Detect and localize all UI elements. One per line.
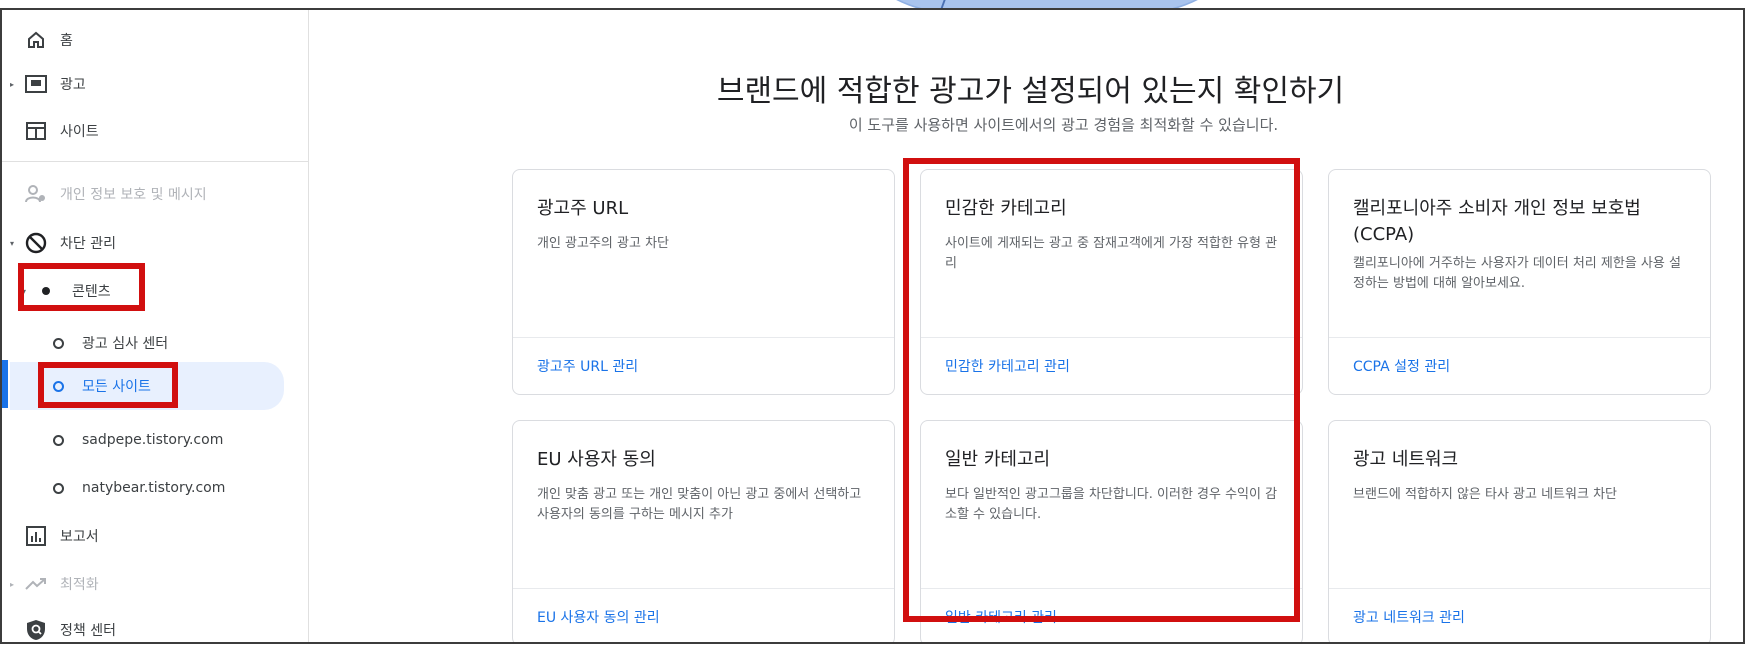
card-divider (1329, 337, 1710, 338)
bullet-icon (53, 337, 64, 349)
bullet-icon (53, 380, 64, 392)
advertiser-url-manage-link[interactable]: 광고주 URL 관리 (537, 356, 638, 376)
card-eu-consent: EU 사용자 동의 개인 맞춤 광고 또는 개인 맞춤이 아닌 광고 중에서 선… (512, 420, 895, 642)
sidebar-item-label: 사이트 (60, 124, 99, 140)
card-divider (513, 337, 894, 338)
chevron-down-icon[interactable]: ▾ (22, 287, 26, 296)
block-icon (24, 231, 48, 255)
card-title: 민감한 카테고리 (945, 198, 1067, 219)
optimization-icon (24, 572, 48, 596)
sidebar-item-label: 광고 (60, 77, 86, 93)
bullet-icon (34, 279, 58, 303)
reports-icon (24, 524, 48, 548)
sidebar-subitem-all-sites[interactable]: 모든 사이트 (10, 362, 284, 410)
sidebar-item-ads[interactable]: ▸ 광고 (2, 64, 302, 104)
sidebar-divider (2, 161, 308, 162)
card-advertiser-url: 광고주 URL 개인 광고주의 광고 차단 광고주 URL 관리 (512, 169, 895, 395)
sidebar-item-sites[interactable]: 사이트 (2, 111, 302, 151)
page-subtitle: 이 도구를 사용하면 사이트에서의 광고 경험을 최적화할 수 있습니다. (848, 116, 1279, 134)
sidebar-item-privacy[interactable]: 개인 정보 보호 및 메시지 (2, 174, 302, 214)
sidebar-item-home[interactable]: 홈 (2, 20, 302, 60)
sidebar-item-label: sadpepe.tistory.com (82, 432, 224, 448)
active-indicator (2, 360, 8, 408)
card-general-categories: 일반 카테고리 보다 일반적인 광고그룹을 차단합니다. 이러한 경우 수익이 … (920, 420, 1303, 642)
sidebar-subitem-site[interactable]: sadpepe.tistory.com (2, 420, 302, 460)
ads-icon (24, 72, 48, 96)
card-title: 캘리포니아주 소비자 개인 정보 보호법 (CCPA) (1353, 198, 1641, 245)
sidebar-item-label: 모든 사이트 (82, 379, 151, 395)
card-description: 보다 일반적인 광고그룹을 차단합니다. 이러한 경우 수익이 감소할 수 있습… (945, 487, 1278, 522)
card-ad-networks: 광고 네트워크 브랜드에 적합하지 않은 타사 광고 네트워크 차단 광고 네트… (1328, 420, 1711, 642)
sidebar-item-label: natybear.tistory.com (82, 480, 226, 496)
sidebar-item-label: 보고서 (60, 529, 99, 545)
card-description: 개인 광고주의 광고 차단 (537, 236, 669, 251)
card-divider (513, 588, 894, 589)
sidebar-item-optimization[interactable]: ▸ 최적화 (2, 564, 302, 604)
sidebar-item-label: 콘텐츠 (72, 284, 111, 300)
card-divider (1329, 588, 1710, 589)
card-description: 캘리포니아에 거주하는 사용자가 데이터 처리 제한을 사용 설정하는 방법에 … (1353, 256, 1681, 291)
sidebar-item-reports[interactable]: 보고서 (2, 516, 302, 556)
bullet-icon (53, 434, 64, 446)
card-ccpa: 캘리포니아주 소비자 개인 정보 보호법 (CCPA) 캘리포니아에 거주하는 … (1328, 169, 1711, 395)
chevron-right-icon[interactable]: ▸ (10, 80, 14, 89)
sidebar-item-policy-center[interactable]: 정책 센터 (2, 610, 302, 642)
card-title: EU 사용자 동의 (537, 449, 656, 470)
app-window: 홈 ▸ 광고 사이트 개인 정보 보호 및 메시지 ▾ 차단 관리 ▾ 콘텐츠 … (0, 8, 1745, 644)
sidebar-subitem-site[interactable]: natybear.tistory.com (2, 468, 302, 508)
ad-networks-manage-link[interactable]: 광고 네트워크 관리 (1353, 607, 1465, 627)
card-divider (921, 337, 1302, 338)
ccpa-manage-link[interactable]: CCPA 설정 관리 (1353, 356, 1450, 376)
sidebar-item-content[interactable]: ▾ 콘텐츠 (2, 271, 302, 311)
sidebar-item-label: 광고 심사 센터 (82, 336, 169, 352)
card-description: 사이트에 게재되는 광고 중 잠재고객에게 가장 적합한 유형 관리 (945, 236, 1278, 271)
sidebar-item-label: 개인 정보 보호 및 메시지 (60, 187, 207, 203)
sidebar-item-label: 차단 관리 (60, 236, 116, 252)
sidebar-item-label: 최적화 (60, 577, 99, 593)
card-divider (921, 588, 1302, 589)
bullet-icon (53, 482, 64, 494)
card-title: 광고 네트워크 (1353, 449, 1459, 470)
sidebar-item-blocking[interactable]: ▾ 차단 관리 (2, 223, 302, 263)
policy-icon (24, 618, 48, 642)
general-categories-manage-link[interactable]: 일반 카테고리 관리 (945, 607, 1057, 627)
sites-icon (24, 119, 48, 143)
sidebar-item-label: 홈 (60, 33, 73, 49)
sensitive-categories-manage-link[interactable]: 민감한 카테고리 관리 (945, 356, 1070, 376)
page-title: 브랜드에 적합한 광고가 설정되어 있는지 확인하기 (716, 74, 1345, 109)
sidebar-subitem-ad-review-center[interactable]: 광고 심사 센터 (2, 323, 302, 363)
chevron-right-icon[interactable]: ▸ (10, 580, 14, 589)
card-description: 개인 맞춤 광고 또는 개인 맞춤이 아닌 광고 중에서 선택하고 사용자의 동… (537, 487, 862, 522)
home-icon (24, 28, 48, 52)
sidebar: 홈 ▸ 광고 사이트 개인 정보 보호 및 메시지 ▾ 차단 관리 ▾ 콘텐츠 … (2, 10, 309, 642)
card-title: 광고주 URL (537, 198, 629, 219)
sidebar-item-label: 정책 센터 (60, 623, 116, 639)
card-title: 일반 카테고리 (945, 449, 1051, 470)
card-description: 브랜드에 적합하지 않은 타사 광고 네트워크 차단 (1353, 487, 1617, 502)
privacy-icon (24, 182, 48, 206)
eu-consent-manage-link[interactable]: EU 사용자 동의 관리 (537, 607, 660, 627)
chevron-down-icon[interactable]: ▾ (10, 239, 14, 248)
card-sensitive-categories: 민감한 카테고리 사이트에 게재되는 광고 중 잠재고객에게 가장 적합한 유형… (920, 169, 1303, 395)
